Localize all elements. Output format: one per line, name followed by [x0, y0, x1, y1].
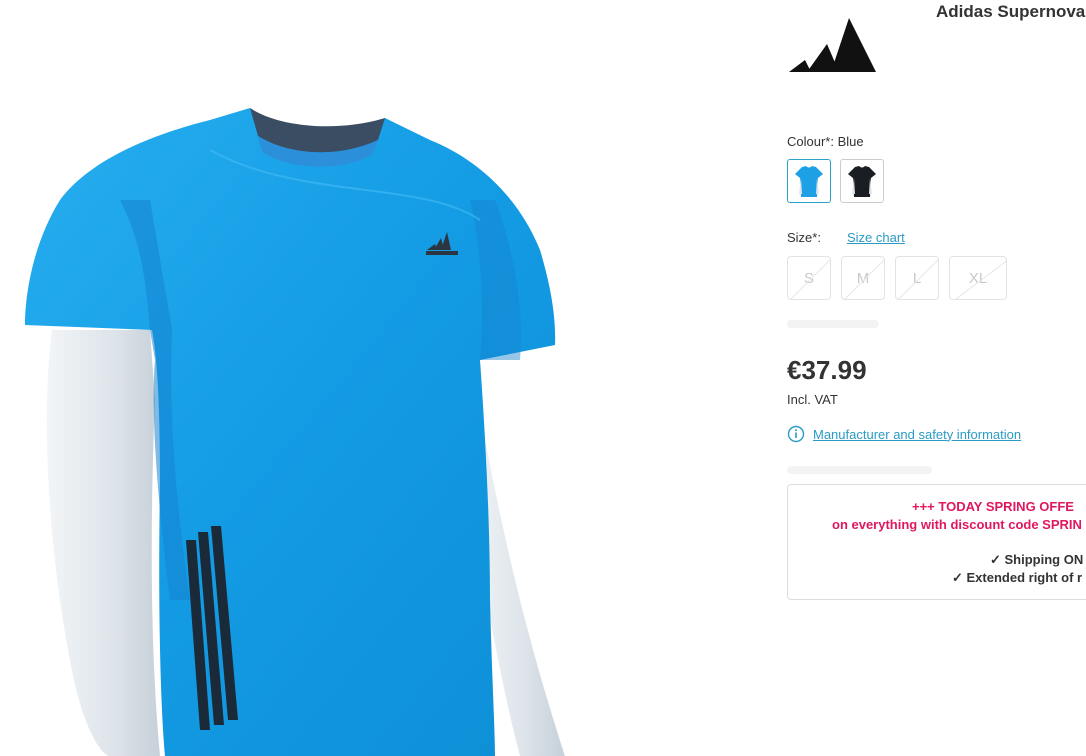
size-option-s[interactable]: S	[787, 256, 831, 300]
size-label-row: Size*: Size chart	[787, 230, 905, 245]
product-image[interactable]	[0, 0, 640, 756]
tshirt-photo	[25, 108, 565, 756]
blue-shirt-thumbnail-icon	[795, 166, 823, 197]
product-price: €37.99	[787, 355, 867, 385]
unavailable-strike	[898, 257, 938, 299]
colour-swatch-black[interactable]	[840, 159, 884, 203]
adidas-logo-icon[interactable]	[787, 16, 877, 76]
size-label: Size*:	[787, 230, 821, 245]
size-option-l[interactable]: L	[895, 256, 939, 300]
size-options: S M L XL	[787, 256, 1007, 300]
info-icon	[787, 425, 805, 443]
unavailable-strike	[790, 257, 830, 299]
promo-discount-line: on everything with discount code SPRIN	[832, 517, 1082, 532]
colour-label-row: Colour*: Blue	[787, 134, 864, 149]
safety-info-row[interactable]: Manufacturer and safety information	[787, 425, 1021, 443]
manufacturer-safety-link[interactable]: Manufacturer and safety information	[813, 427, 1021, 442]
colour-label: Colour*:	[787, 134, 834, 149]
vat-note: Incl. VAT	[787, 392, 838, 407]
product-title: Adidas Supernova	[936, 2, 1086, 21]
promo-box: +++ TODAY SPRING OFFE on everything with…	[787, 484, 1086, 600]
size-option-m[interactable]: M	[841, 256, 885, 300]
colour-swatches	[787, 159, 884, 203]
product-info-panel: Adidas Supernova Colour*: Blue Size*: Si…	[787, 0, 1086, 756]
promo-offer-line: +++ TODAY SPRING OFFE	[912, 499, 1074, 514]
promo-return-line: ✓ Extended right of r	[952, 570, 1083, 585]
promo-shipping-line: ✓ Shipping ON	[990, 552, 1084, 567]
colour-selected-value: Blue	[837, 134, 864, 149]
size-chart-link[interactable]: Size chart	[847, 230, 905, 245]
faded-placeholder-text	[787, 466, 932, 474]
size-option-xl[interactable]: XL	[949, 256, 1007, 300]
black-shirt-thumbnail-icon	[848, 166, 876, 197]
faded-placeholder-text	[787, 320, 879, 328]
colour-swatch-blue[interactable]	[787, 159, 831, 203]
unavailable-strike	[844, 257, 884, 299]
